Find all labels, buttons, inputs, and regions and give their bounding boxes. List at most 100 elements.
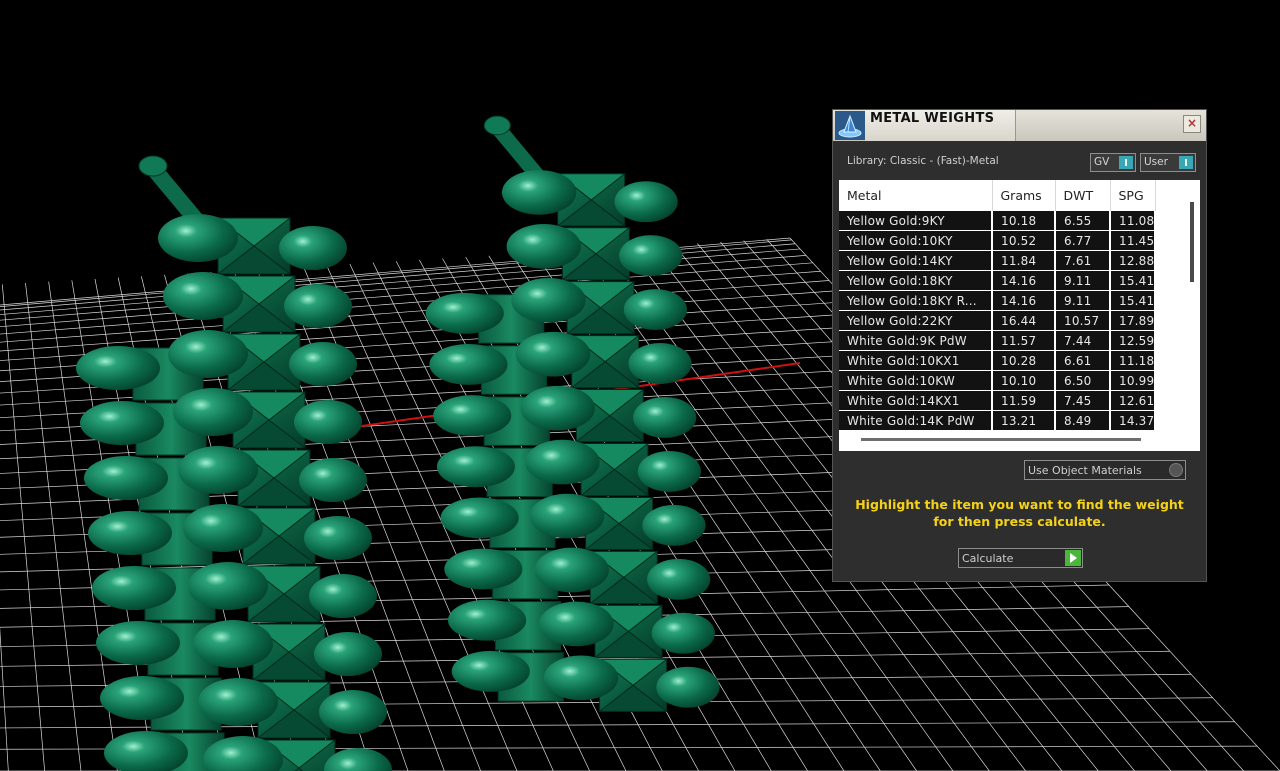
horizontal-scroll-track[interactable] (839, 433, 1200, 451)
table-row[interactable]: Yellow Gold:9KY 10.18 6.55 11.08 (839, 211, 1157, 231)
bead (614, 181, 678, 223)
column-header-metal[interactable]: Metal (839, 180, 993, 211)
table-cell-metal: White Gold:10KW (839, 370, 993, 391)
table-cell-spg: 12.59 (1110, 330, 1157, 351)
bead (80, 401, 164, 445)
table-cell-metal: Yellow Gold:22KY (839, 310, 993, 331)
bead (525, 439, 600, 485)
table-cell-metal: White Gold:14K PdW (839, 410, 993, 431)
bead (314, 632, 382, 676)
bead (284, 284, 352, 328)
table-cell-dwt: 6.77 (1055, 230, 1111, 251)
bead (451, 650, 530, 692)
bead (637, 450, 701, 492)
instruction-text: Highlight the item you want to find the … (855, 497, 1184, 529)
bead (539, 601, 614, 647)
materials-label: Use Object Materials (1028, 464, 1142, 477)
table-row[interactable]: Yellow Gold:14KY 11.84 7.61 12.88 (839, 250, 1157, 271)
bead (628, 343, 692, 384)
metal-table-container[interactable]: Metal Grams DWT SPG Yellow Gold:9KY 10.18… (839, 180, 1200, 451)
table-cell-dwt: 6.61 (1055, 350, 1111, 371)
bead (76, 346, 160, 390)
toggle-knob-icon (1119, 156, 1133, 169)
earring-models[interactable] (76, 115, 720, 771)
bead (294, 400, 362, 444)
bead (436, 446, 515, 488)
bead (647, 558, 711, 600)
table-row[interactable]: Yellow Gold:18KY 14.16 9.11 15.41 (839, 270, 1157, 291)
bead (448, 599, 527, 641)
toggle-knob-icon (1179, 156, 1193, 169)
table-cell-grams: 10.10 (992, 370, 1056, 391)
use-object-materials-dropdown[interactable]: Use Object Materials (1024, 460, 1186, 480)
bead (168, 330, 248, 378)
close-icon[interactable]: × (1183, 115, 1201, 133)
calculate-label: Calculate (962, 552, 1014, 565)
table-row[interactable]: White Gold:10KX1 10.28 6.61 11.18 (839, 350, 1157, 371)
metal-weights-panel: METAL WEIGHTS × Library: Classic - (Fast… (832, 109, 1207, 582)
column-header-dwt[interactable]: DWT (1055, 180, 1111, 211)
bead (623, 289, 688, 331)
bead (444, 548, 523, 590)
bead (96, 621, 180, 665)
table-cell-metal: White Gold:10KX1 (839, 350, 993, 371)
bead (183, 504, 263, 552)
bead (173, 388, 253, 436)
gv-toggle[interactable]: GV (1090, 153, 1136, 172)
table-cell-metal: Yellow Gold:10KY (839, 230, 993, 251)
bead (642, 504, 706, 546)
table-cell-metal: Yellow Gold:9KY (839, 211, 993, 231)
vertical-scrollbar[interactable] (1190, 202, 1194, 282)
bead (520, 385, 595, 431)
table-cell-grams: 16.44 (992, 310, 1056, 331)
rhino-gem-icon (835, 111, 865, 140)
bead (158, 214, 238, 262)
table-row[interactable]: White Gold:10KW 10.10 6.50 10.99 (839, 370, 1157, 391)
horizontal-scrollbar[interactable] (861, 438, 1141, 441)
table-cell-grams: 10.28 (992, 350, 1056, 371)
bead (515, 331, 591, 377)
table-row[interactable]: White Gold:14KX1 11.59 7.45 12.61 (839, 390, 1157, 411)
table-row[interactable]: Yellow Gold:18KY R... 14.16 9.11 15.41 (839, 290, 1157, 311)
bead (100, 676, 184, 720)
table-cell-metal: Yellow Gold:18KY (839, 270, 993, 291)
bead (193, 620, 273, 668)
bead (309, 574, 377, 618)
table-cell-spg: 12.88 (1110, 250, 1157, 271)
bead (304, 516, 372, 560)
panel-titlebar[interactable]: METAL WEIGHTS × (833, 110, 1206, 141)
table-cell-grams: 11.59 (992, 390, 1056, 411)
table-cell-spg: 11.45 (1110, 230, 1157, 251)
bead (84, 456, 168, 500)
dropdown-knob-icon (1169, 463, 1183, 477)
bead (289, 342, 357, 386)
bead (92, 566, 176, 610)
bead (279, 226, 347, 270)
table-cell-dwt: 9.11 (1055, 270, 1111, 291)
table-cell-spg: 12.61 (1110, 390, 1157, 411)
table-cell-spg: 11.08 (1110, 211, 1157, 231)
table-row[interactable]: White Gold:14K PdW 13.21 8.49 14.37 (839, 410, 1157, 431)
bead (163, 272, 243, 320)
table-cell-dwt: 7.45 (1055, 390, 1111, 411)
column-header-spg[interactable]: SPG (1110, 180, 1156, 211)
table-row[interactable]: White Gold:9K PdW 11.57 7.44 12.59 (839, 330, 1157, 351)
table-cell-metal: White Gold:9K PdW (839, 330, 993, 351)
table-cell-spg: 17.89 (1110, 310, 1157, 331)
calculate-button[interactable]: Calculate (958, 548, 1083, 568)
column-header-grams[interactable]: Grams (992, 180, 1056, 211)
panel-title: METAL WEIGHTS (870, 111, 995, 126)
user-toggle-label: User (1144, 156, 1168, 168)
table-cell-dwt: 6.50 (1055, 370, 1111, 391)
table-cell-grams: 11.84 (992, 250, 1056, 271)
table-cell-spg: 15.41 (1110, 270, 1157, 291)
post-cap (138, 155, 168, 177)
bead (529, 493, 605, 539)
table-row[interactable]: Yellow Gold:22KY 16.44 10.57 17.89 (839, 310, 1157, 331)
bead (88, 511, 172, 555)
grid-line (1, 284, 46, 771)
user-toggle[interactable]: User (1140, 153, 1196, 172)
bead (511, 277, 586, 323)
table-cell-grams: 13.21 (992, 410, 1056, 431)
table-row[interactable]: Yellow Gold:10KY 10.52 6.77 11.45 (839, 230, 1157, 251)
